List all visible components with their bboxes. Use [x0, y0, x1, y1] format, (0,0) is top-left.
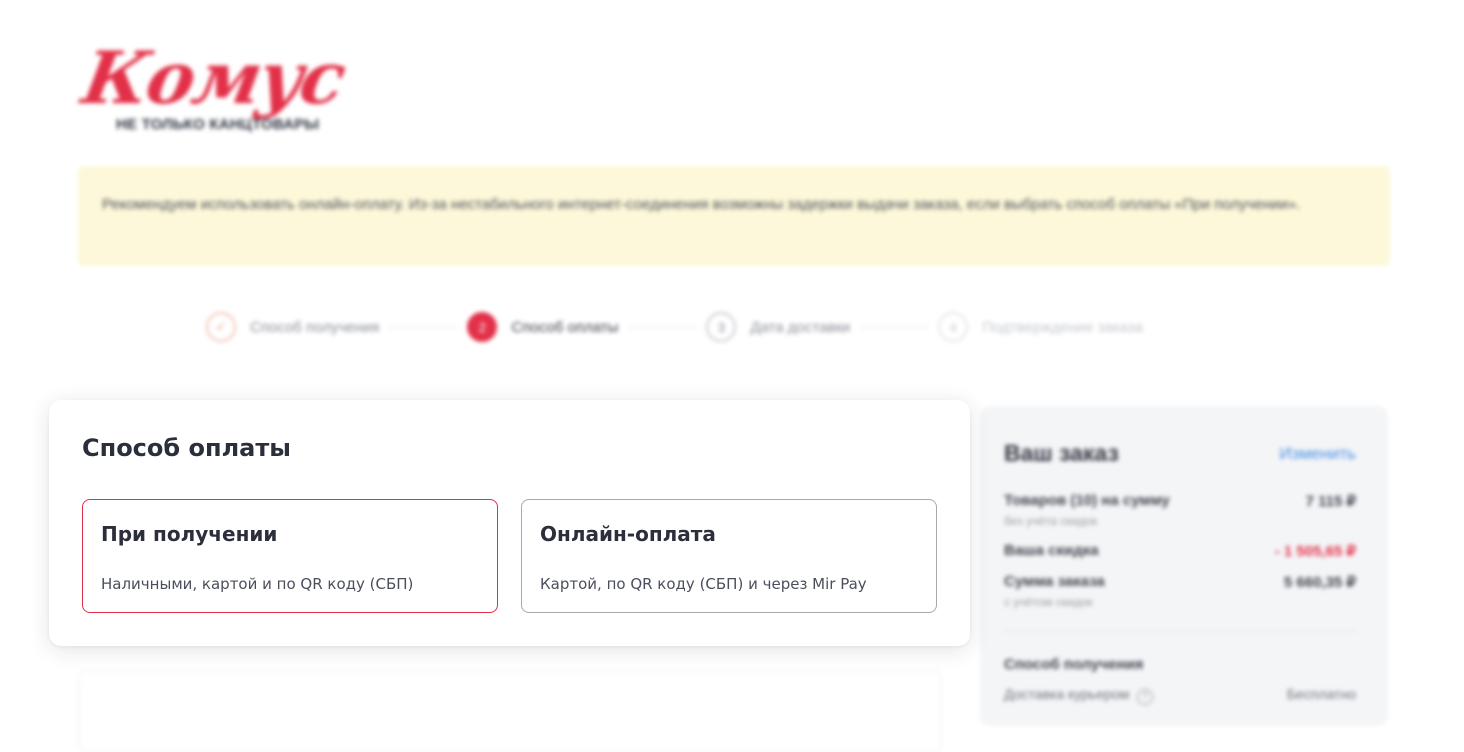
- order-edit-link[interactable]: Изменить: [1279, 444, 1356, 464]
- info-icon[interactable]: ?: [1137, 689, 1154, 705]
- step-connector: [389, 326, 458, 328]
- discount-label: Ваша скидка: [1004, 542, 1099, 559]
- order-total-row: Сумма заказа 5 660,35 ₽: [1004, 573, 1356, 591]
- step-delivery-date: 3 Дата доставки: [706, 312, 850, 342]
- next-section-card: [78, 670, 942, 752]
- step-check-icon: ✓: [206, 312, 236, 342]
- order-divider: [1004, 631, 1356, 632]
- total-label: Сумма заказа: [1004, 573, 1105, 590]
- payment-option-online[interactable]: Онлайн-оплата Картой, по QR коду (СБП) и…: [521, 499, 937, 613]
- order-title: Ваш заказ: [1004, 440, 1119, 466]
- order-section-title: Способ получения: [1004, 656, 1144, 673]
- option-title: При получении: [101, 522, 278, 546]
- step-connector: [860, 326, 929, 328]
- logo-tagline: НЕ ТОЛЬКО КАНЦТОВАРЫ: [116, 116, 320, 133]
- order-summary: Ваш заказ Изменить Товаров (10) на сумму…: [980, 406, 1388, 726]
- online-payment-notice: Рекомендуем использовать онлайн-оплату. …: [78, 166, 1390, 266]
- option-description: Картой, по QR коду (СБП) и через Mir Pay: [540, 575, 867, 593]
- step-connector: [628, 326, 697, 328]
- step-label: Подтверждение заказа: [982, 318, 1144, 336]
- step-number: 4: [938, 312, 969, 342]
- payment-option-on-delivery[interactable]: При получении Наличными, картой и по QR …: [82, 499, 498, 613]
- option-description: Наличными, картой и по QR коду (СБП): [101, 575, 414, 593]
- delivery-label-wrap: Доставка курьером?: [1004, 686, 1154, 705]
- step-number: 2: [467, 312, 498, 342]
- order-items-row: Товаров (10) на сумму 7 115 ₽: [1004, 492, 1356, 510]
- step-number: 3: [706, 312, 737, 342]
- discount-value: - 1 505,65 ₽: [1274, 543, 1356, 560]
- payment-title: Способ оплаты: [82, 434, 291, 462]
- checkout-steps: ✓ Способ получения 2 Способ оплаты 3 Дат…: [206, 310, 1143, 344]
- items-label: Товаров (10) на сумму: [1004, 492, 1170, 509]
- notice-text: Рекомендуем использовать онлайн-оплату. …: [102, 196, 1301, 213]
- total-value: 5 660,35 ₽: [1283, 574, 1356, 591]
- delivery-value: Бесплатно: [1286, 686, 1356, 702]
- payment-method-card: Способ оплаты При получении Наличными, к…: [49, 400, 970, 646]
- step-label: Способ получения: [250, 318, 380, 336]
- logo-word: Комус: [76, 35, 351, 120]
- items-value: 7 115 ₽: [1305, 493, 1356, 510]
- option-title: Онлайн-оплата: [540, 522, 716, 546]
- brand-logo[interactable]: Комус НЕ ТОЛЬКО КАНЦТОВАРЫ: [77, 35, 384, 136]
- total-note: с учётом скидок: [1004, 595, 1093, 609]
- step-label: Дата доставки: [750, 318, 851, 336]
- step-order-confirmation: 4 Подтверждение заказа: [938, 312, 1143, 342]
- items-note: без учёта скидок: [1004, 514, 1098, 528]
- order-discount-row: Ваша скидка - 1 505,65 ₽: [1004, 542, 1356, 560]
- order-delivery-row: Доставка курьером? Бесплатно: [1004, 686, 1356, 705]
- step-payment-method: 2 Способ оплаты: [467, 312, 618, 342]
- step-delivery-method[interactable]: ✓ Способ получения: [206, 312, 379, 342]
- step-label: Способ оплаты: [511, 318, 619, 336]
